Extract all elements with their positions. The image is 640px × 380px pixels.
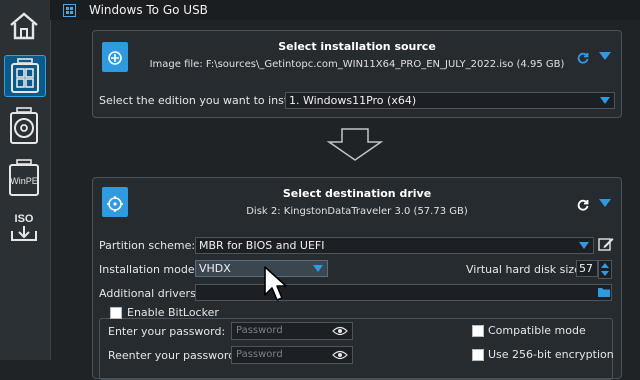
source-image-path: Image file: F:\sources\_Getintopc.com_WI…: [149, 59, 565, 70]
installation-mode-value: VHDX: [199, 262, 231, 275]
additional-drivers-input[interactable]: [195, 284, 612, 301]
aes256-label: Use 256-bit encryption: [488, 348, 614, 361]
chevron-down-icon: [600, 97, 610, 104]
sidebar: WinPE ISO: [0, 0, 51, 360]
enable-bitlocker-label: Enable BitLocker: [127, 306, 219, 319]
winpe-icon: WinPE: [9, 159, 39, 196]
refresh-source-icon[interactable]: [577, 49, 589, 68]
titlebar: Windows To Go USB: [50, 0, 640, 20]
compatible-mode-label: Compatible mode: [488, 324, 586, 337]
installation-mode-select[interactable]: VHDX: [195, 260, 328, 277]
installation-mode-label: Installation mode:: [99, 263, 199, 276]
partition-scheme-label: Partition scheme:: [99, 239, 196, 252]
chevron-down-icon: [313, 265, 323, 272]
enable-bitlocker-checkbox[interactable]: [110, 307, 122, 319]
sidebar-item-label: WinPE: [10, 176, 38, 186]
password-placeholder: Password: [236, 325, 283, 336]
sidebar-item-iso[interactable]: ISO: [4, 208, 44, 248]
sidebar-item-windows-to-go[interactable]: [4, 55, 46, 97]
source-title: Select installation source: [278, 40, 436, 53]
vhd-size-label: Virtual hard disk size:: [466, 263, 585, 276]
stepper-down-icon[interactable]: [601, 271, 609, 276]
show-password-icon[interactable]: [332, 350, 348, 360]
compatible-mode-checkbox[interactable]: [472, 325, 484, 337]
partition-scheme-select[interactable]: MBR for BIOS and UEFI: [195, 237, 594, 254]
windows-grid-icon: [11, 58, 39, 93]
refresh-drives-icon[interactable]: [577, 196, 589, 215]
vhd-size-value: 57: [579, 262, 593, 275]
edition-select-value: 1. Windows11Pro (x64): [289, 94, 417, 107]
password-label: Enter your password:: [108, 325, 226, 338]
aes256-checkbox[interactable]: [472, 349, 484, 361]
edition-label: Select the edition you want to install:: [99, 94, 305, 107]
arrow-down-icon: [326, 128, 384, 161]
sidebar-item-disk[interactable]: [4, 106, 44, 146]
chevron-down-icon: [579, 242, 589, 249]
home-icon: [10, 12, 38, 40]
iso-download-icon: ISO: [11, 213, 37, 241]
folder-icon[interactable]: [597, 286, 611, 298]
window-title: Windows To Go USB: [89, 3, 208, 17]
additional-drivers-label: Additional drivers:: [99, 287, 200, 300]
app-icon: [63, 3, 76, 17]
destination-panel-header: Select destination drive Disk 2: Kingsto…: [93, 178, 621, 230]
show-password-icon[interactable]: [332, 326, 348, 336]
edition-select[interactable]: 1. Windows11Pro (x64): [285, 92, 615, 109]
source-options-dropdown-icon[interactable]: [599, 52, 611, 60]
vhd-size-input[interactable]: 57: [576, 260, 598, 277]
partition-scheme-value: MBR for BIOS and UEFI: [199, 239, 325, 252]
sidebar-item-label: ISO: [15, 213, 34, 225]
destination-title: Select destination drive: [282, 187, 432, 200]
disk-icon: [10, 107, 38, 144]
password-field[interactable]: Password: [231, 322, 353, 340]
mouse-cursor-icon: [264, 266, 287, 301]
sidebar-item-home[interactable]: [4, 6, 44, 46]
reenter-password-field[interactable]: Password: [231, 346, 353, 364]
sidebar-item-winpe[interactable]: WinPE: [4, 158, 44, 198]
reenter-password-label: Reenter your password:: [108, 349, 239, 362]
source-panel: Select installation source Image file: F…: [92, 30, 622, 118]
vhd-size-stepper[interactable]: [598, 260, 612, 279]
reenter-password-placeholder: Password: [236, 349, 283, 360]
edit-icon[interactable]: [598, 236, 614, 252]
destination-disk: Disk 2: KingstonDataTraveler 3.0 (57.73 …: [246, 206, 468, 217]
stepper-up-icon[interactable]: [601, 263, 609, 268]
destination-options-dropdown-icon[interactable]: [599, 199, 611, 207]
source-panel-header: Select installation source Image file: F…: [93, 31, 621, 83]
